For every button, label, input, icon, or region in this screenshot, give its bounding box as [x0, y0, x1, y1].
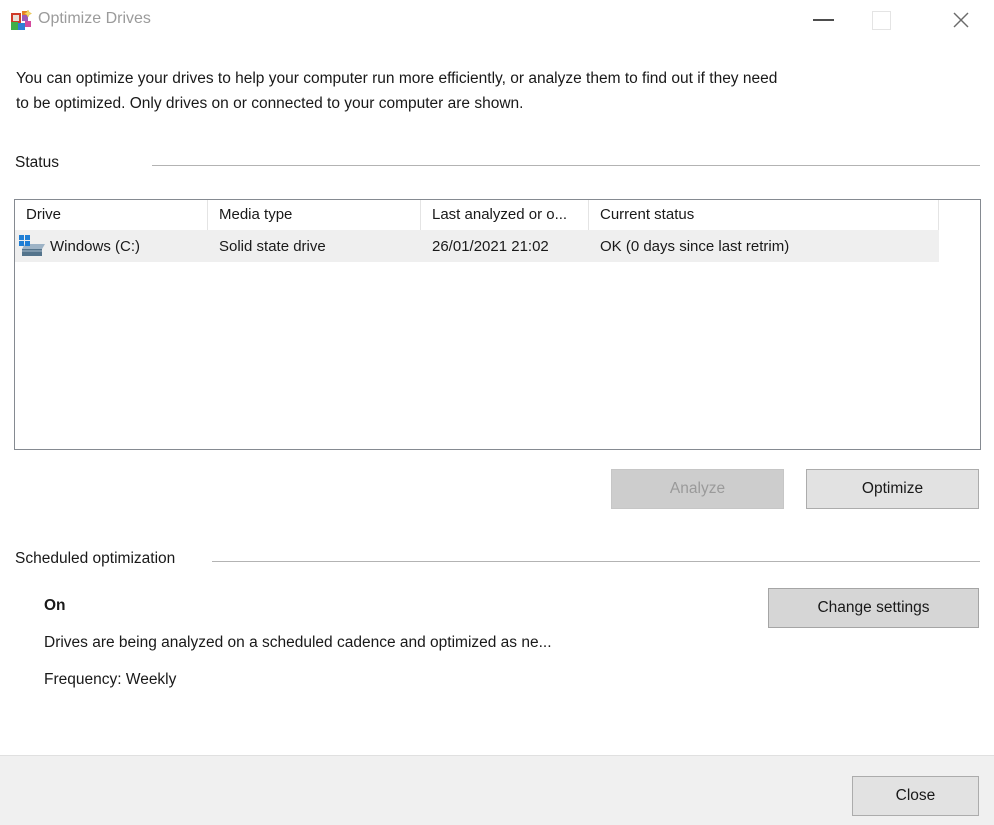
scheduled-divider — [212, 561, 980, 562]
drive-cell: Windows (C:) — [15, 234, 208, 258]
titlebar: Optimize Drives — [0, 0, 994, 40]
schedule-description: Drives are being analyzed on a scheduled… — [44, 634, 552, 652]
schedule-frequency: Frequency: Weekly — [44, 671, 176, 689]
minimize-button[interactable] — [800, 0, 846, 40]
close-window-button[interactable] — [938, 0, 984, 40]
status-section-heading: Status — [15, 154, 59, 172]
optimize-drives-window: Optimize Drives You can optimize your dr… — [0, 0, 994, 825]
description-line-1: You can optimize your drives to help you… — [16, 66, 777, 91]
column-header-media-type[interactable]: Media type — [208, 200, 421, 230]
minimize-icon — [813, 19, 834, 21]
schedule-state: On — [44, 597, 66, 615]
drive-name: Windows (C:) — [50, 238, 140, 255]
window-title: Optimize Drives — [38, 10, 151, 28]
scheduled-section-heading: Scheduled optimization — [15, 550, 175, 568]
analyze-button[interactable]: Analyze — [611, 469, 784, 509]
optimize-button[interactable]: Optimize — [806, 469, 979, 509]
system-drive-icon — [18, 234, 46, 258]
close-button[interactable]: Close — [852, 776, 979, 816]
maximize-button[interactable] — [858, 0, 904, 40]
drives-listview: Drive Media type Last analyzed or o... C… — [14, 199, 981, 450]
listview-header: Drive Media type Last analyzed or o... C… — [15, 200, 980, 230]
dialog-description: You can optimize your drives to help you… — [16, 66, 777, 116]
description-line-2: to be optimized. Only drives on or conne… — [16, 91, 777, 116]
dialog-footer: Close — [0, 755, 994, 825]
change-settings-button[interactable]: Change settings — [768, 588, 979, 628]
column-header-current-status[interactable]: Current status — [589, 200, 939, 230]
drive-row-windows-c[interactable]: Windows (C:) Solid state drive 26/01/202… — [15, 230, 939, 262]
media-type-cell: Solid state drive — [208, 238, 421, 255]
status-divider — [152, 165, 980, 166]
defrag-app-icon — [10, 9, 32, 31]
close-icon — [950, 9, 972, 31]
column-header-last-analyzed[interactable]: Last analyzed or o... — [421, 200, 589, 230]
current-status-cell: OK (0 days since last retrim) — [589, 238, 939, 255]
maximize-icon — [872, 11, 891, 30]
last-analyzed-cell: 26/01/2021 21:02 — [421, 238, 589, 255]
column-header-drive[interactable]: Drive — [15, 200, 208, 230]
